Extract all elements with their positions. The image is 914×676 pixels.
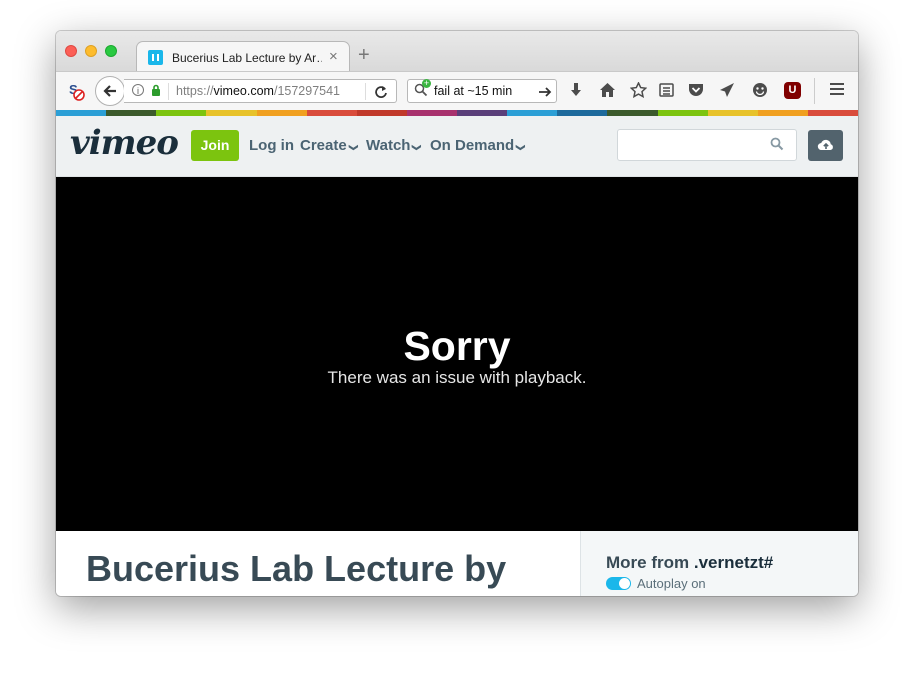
upload-button[interactable] [808,130,843,161]
emoji-icon[interactable] [752,82,768,103]
vimeo-search-input[interactable] [617,129,797,161]
search-query[interactable]: fail at ~15 min [434,84,512,98]
minimize-window-button[interactable] [85,45,97,57]
on-demand-menu-label: On Demand [430,137,515,154]
navigation-toolbar: S i https://vimeo.com/157297541 + fail a… [56,71,858,110]
url-host: vimeo.com [213,84,274,98]
url-scheme: https:// [176,84,214,98]
autoplay-label: Autoplay on [637,576,706,591]
hamburger-menu-icon[interactable] [829,82,845,101]
autoplay-toggle[interactable] [606,577,631,590]
error-title: Sorry [403,323,511,369]
tab-strip: Bucerius Lab Lecture by Ar… × + [56,31,858,72]
lock-icon[interactable] [151,84,161,99]
search-go-icon[interactable] [538,82,552,103]
more-from-heading: More from .vernetzt# [606,553,773,573]
chevron-down-icon: ❯ [411,143,422,152]
vimeo-favicon-icon [148,50,163,65]
watch-menu[interactable]: Watch❯ [366,137,422,154]
url-path: /157297541 [273,84,341,98]
close-tab-icon[interactable]: × [329,48,338,65]
maximize-window-button[interactable] [105,45,117,57]
chevron-down-icon: ❯ [515,143,526,152]
reload-separator [365,83,366,100]
video-player[interactable]: Sorry There was an issue with playback. [56,177,858,531]
pocket-icon[interactable] [688,82,704,102]
channel-link[interactable]: .vernetzt# [694,553,773,572]
more-from-sidebar: More from .vernetzt# Autoplay on [580,531,858,596]
create-menu-label: Create [300,137,347,154]
url-text[interactable]: https://vimeo.com/157297541 [176,84,340,98]
info-icon[interactable]: i [132,84,144,96]
new-tab-button[interactable]: + [358,45,370,65]
video-title: Bucerius Lab Lecture by [86,548,507,589]
reload-icon[interactable] [374,82,388,103]
browser-window: Bucerius Lab Lecture by Ar… × + S i http… [56,31,858,596]
search-icon[interactable] [770,137,784,155]
back-button[interactable] [95,76,125,106]
add-search-engine-icon: + [422,78,431,88]
on-demand-menu[interactable]: On Demand❯ [430,137,525,154]
video-info: Bucerius Lab Lecture by [56,531,580,596]
home-icon[interactable] [599,82,616,103]
login-link[interactable]: Log in [249,137,294,154]
url-bar[interactable]: i https://vimeo.com/157297541 [124,79,397,103]
chevron-down-icon: ❯ [347,143,358,152]
close-window-button[interactable] [65,45,77,57]
send-icon[interactable] [719,82,735,103]
vimeo-logo[interactable]: vimeo [70,123,179,163]
create-menu[interactable]: Create❯ [300,137,358,154]
more-from-label: More from [606,553,690,572]
error-message: There was an issue with playback. [327,368,587,387]
toolbar-separator [814,78,815,104]
vimeo-header: vimeo Join Log in Create❯ Watch❯ On Dema… [56,116,858,177]
download-icon[interactable] [568,82,584,103]
watch-menu-label: Watch [366,137,411,154]
url-separator [168,83,169,100]
bookmarks-menu-icon[interactable] [659,82,674,103]
ublock-icon[interactable]: U [784,82,801,99]
sync-extension-icon[interactable]: S [67,81,85,106]
bookmark-star-icon[interactable] [629,81,648,103]
toggle-knob [619,578,630,589]
join-button[interactable]: Join [191,130,239,161]
tab-vimeo[interactable]: Bucerius Lab Lecture by Ar… × [136,41,350,72]
search-bar[interactable]: + fail at ~15 min [407,79,557,103]
tab-title: Bucerius Lab Lecture by Ar… [172,51,322,65]
